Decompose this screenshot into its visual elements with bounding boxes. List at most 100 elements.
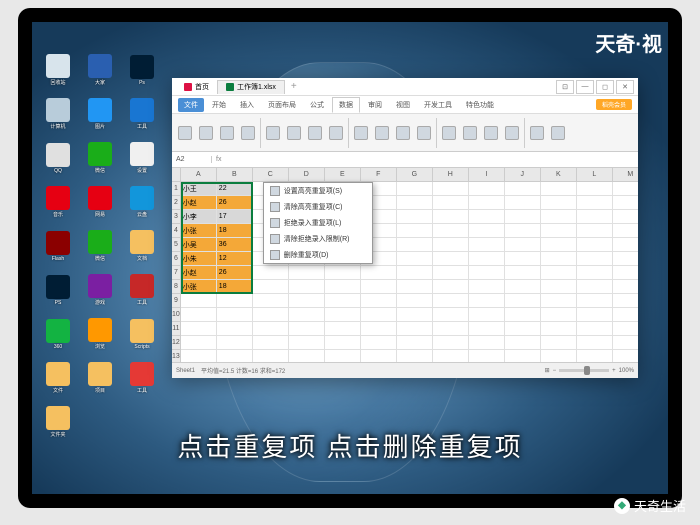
cell[interactable] — [289, 294, 325, 308]
cell[interactable] — [541, 280, 577, 294]
cell[interactable]: 26 — [217, 266, 253, 280]
cell[interactable] — [613, 182, 638, 196]
cell[interactable] — [361, 308, 397, 322]
cell[interactable] — [181, 350, 217, 362]
ribbon-button[interactable] — [285, 125, 303, 141]
cell[interactable] — [253, 266, 289, 280]
cell[interactable] — [505, 182, 541, 196]
cell[interactable] — [577, 308, 613, 322]
cell[interactable] — [505, 238, 541, 252]
cell[interactable] — [577, 266, 613, 280]
cell[interactable] — [433, 294, 469, 308]
desktop-icon[interactable]: 工具 — [124, 94, 160, 134]
cell[interactable] — [433, 266, 469, 280]
cell[interactable] — [541, 266, 577, 280]
cell[interactable] — [181, 308, 217, 322]
desktop-icon[interactable]: 云盘 — [124, 182, 160, 222]
cell[interactable] — [397, 266, 433, 280]
cell[interactable]: 小张 — [181, 280, 217, 294]
cell[interactable] — [613, 196, 638, 210]
desktop-icon[interactable]: PS — [40, 270, 76, 310]
window-titlebar[interactable]: 首页 工作簿1.xlsx + ⊡ — ◻ ✕ — [172, 78, 638, 96]
cell[interactable] — [397, 336, 433, 350]
cell[interactable] — [397, 196, 433, 210]
cell[interactable] — [541, 322, 577, 336]
ribbon-button[interactable] — [503, 125, 521, 141]
desktop-icon[interactable]: 文档 — [124, 226, 160, 266]
cell[interactable] — [613, 308, 638, 322]
cell[interactable] — [433, 322, 469, 336]
cell[interactable] — [613, 224, 638, 238]
col-header[interactable]: M — [613, 168, 638, 182]
cell[interactable]: 18 — [217, 224, 253, 238]
cell[interactable] — [253, 350, 289, 362]
premium-badge[interactable]: 稻壳会员 — [596, 99, 632, 110]
cell[interactable]: 36 — [217, 238, 253, 252]
col-header[interactable]: I — [469, 168, 505, 182]
desktop-icon[interactable]: 网易 — [82, 182, 118, 222]
col-header[interactable]: J — [505, 168, 541, 182]
cell[interactable]: 12 — [217, 252, 253, 266]
ribbon-button[interactable] — [373, 125, 391, 141]
ribbon-tab[interactable]: 视图 — [390, 98, 416, 112]
cell[interactable] — [469, 252, 505, 266]
formula-bar[interactable]: A2 fx — [172, 152, 638, 168]
cell[interactable] — [505, 336, 541, 350]
cell[interactable] — [541, 252, 577, 266]
col-header[interactable]: F — [361, 168, 397, 182]
ribbon-button[interactable] — [482, 125, 500, 141]
col-header[interactable]: L — [577, 168, 613, 182]
cell[interactable] — [577, 182, 613, 196]
doc-tab-home[interactable]: 首页 — [176, 80, 217, 94]
row-header[interactable]: 4 — [172, 224, 181, 238]
cell[interactable] — [433, 238, 469, 252]
desktop-icon[interactable]: 浏览 — [82, 314, 118, 354]
cell[interactable] — [505, 322, 541, 336]
dropdown-item[interactable]: 清除高亮重复项(C) — [264, 199, 372, 215]
col-header[interactable]: D — [289, 168, 325, 182]
cell[interactable] — [469, 308, 505, 322]
dropdown-item[interactable]: 拒绝录入重复项(L) — [264, 215, 372, 231]
cell[interactable] — [397, 252, 433, 266]
desktop-icon[interactable]: Scripts — [124, 314, 160, 354]
cell[interactable] — [361, 336, 397, 350]
cell[interactable] — [325, 322, 361, 336]
cell[interactable] — [541, 294, 577, 308]
close-button[interactable]: ✕ — [616, 80, 634, 94]
cell[interactable] — [541, 210, 577, 224]
cell[interactable] — [469, 238, 505, 252]
desktop-icon[interactable]: 微信 — [82, 226, 118, 266]
cell[interactable] — [361, 294, 397, 308]
row-header[interactable]: 11 — [172, 322, 181, 336]
ribbon-tab[interactable]: 开始 — [206, 98, 232, 112]
minimize-button[interactable]: — — [576, 80, 594, 94]
cell[interactable] — [469, 322, 505, 336]
cell[interactable] — [577, 196, 613, 210]
dropdown-item[interactable]: 删除重复项(D) — [264, 247, 372, 263]
cell[interactable] — [433, 182, 469, 196]
ribbon-tab[interactable]: 页面布局 — [262, 98, 302, 112]
cell[interactable] — [361, 266, 397, 280]
cell[interactable] — [397, 308, 433, 322]
cell[interactable] — [325, 294, 361, 308]
ribbon-button[interactable] — [415, 125, 433, 141]
cell[interactable] — [397, 210, 433, 224]
desktop-icon[interactable]: 计算机 — [40, 94, 76, 134]
col-header[interactable]: C — [253, 168, 289, 182]
cell[interactable] — [541, 182, 577, 196]
row-header[interactable]: 9 — [172, 294, 181, 308]
cell[interactable] — [289, 350, 325, 362]
cell[interactable] — [577, 336, 613, 350]
cell[interactable] — [433, 336, 469, 350]
dropdown-item[interactable]: 设置高亮重复项(S) — [264, 183, 372, 199]
cell[interactable] — [613, 252, 638, 266]
cell[interactable] — [541, 350, 577, 362]
row-header[interactable]: 5 — [172, 238, 181, 252]
desktop-icon[interactable]: 360 — [40, 314, 76, 354]
cell[interactable]: 18 — [217, 280, 253, 294]
cell[interactable] — [469, 196, 505, 210]
ribbon-button[interactable] — [461, 125, 479, 141]
cell[interactable] — [469, 210, 505, 224]
desktop-icon[interactable]: 项目 — [82, 358, 118, 398]
cell[interactable] — [289, 336, 325, 350]
